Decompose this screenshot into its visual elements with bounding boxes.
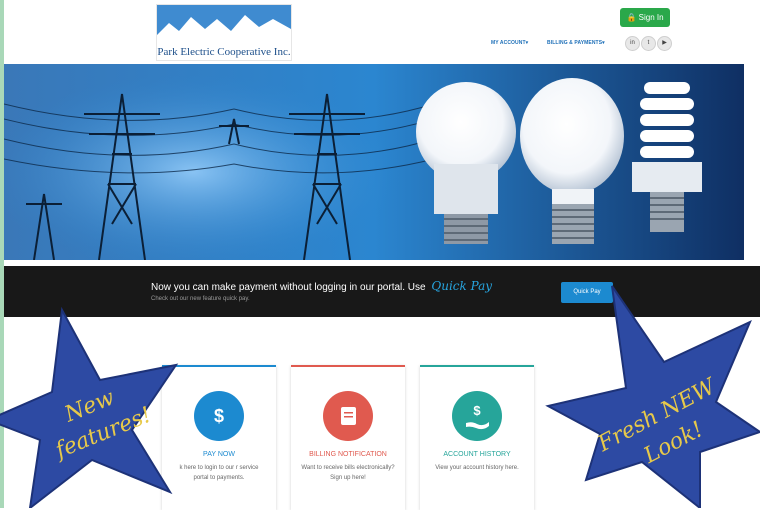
star-left: New features! [0,306,179,508]
star-right: Fresh NEW Look! [545,285,760,508]
promo-stars-overlay: New features! Fresh NEW Look! [0,285,760,508]
